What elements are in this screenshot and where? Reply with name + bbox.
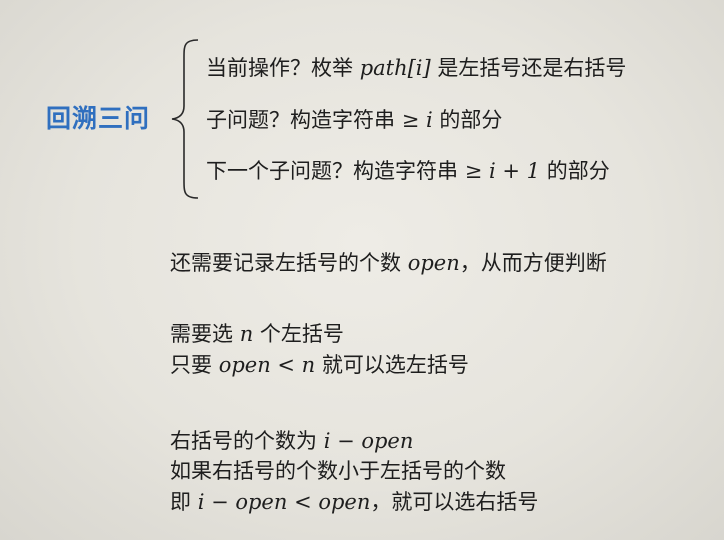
left-rule-line2: 只要 open < n 就可以选左括号 xyxy=(170,351,469,379)
question-text: 的部分 xyxy=(540,159,610,183)
rule-text: 如果右括号的个数小于左括号的个数 xyxy=(170,459,506,483)
question-text: 子问题？构造字符串 xyxy=(206,108,402,132)
math-expression: i xyxy=(425,108,433,132)
right-rule-line2: 如果右括号的个数小于左括号的个数 xyxy=(170,457,506,485)
question-text: 当前操作？枚举 xyxy=(206,56,360,80)
question-next-subproblem: 下一个子问题？构造字符串 ≥ i + 1 的部分 xyxy=(206,157,610,185)
right-rule-line1: 右括号的个数为 i − open xyxy=(170,427,413,455)
question-text: 的部分 xyxy=(432,108,503,132)
rule-text: 就可以选左括号 xyxy=(315,353,469,377)
rule-text: 只要 xyxy=(170,353,219,377)
question-text: 是左括号还是右括号 xyxy=(430,56,627,80)
question-text: 下一个子问题？构造字符串 xyxy=(206,159,465,183)
math-expression: open xyxy=(407,251,460,275)
math-symbol: ≥ xyxy=(464,159,483,183)
question-current-operation: 当前操作？枚举 path[i] 是左括号还是右括号 xyxy=(206,54,626,82)
math-expression: path[i] xyxy=(359,56,431,80)
rule-text: 右括号的个数为 xyxy=(170,429,324,453)
curly-brace-icon xyxy=(171,39,199,199)
note-text: ，从而方便判断 xyxy=(459,251,607,275)
note-text: 还需要记录左括号的个数 xyxy=(170,251,408,275)
section-title: 回溯三问 xyxy=(46,104,151,133)
open-count-note: 还需要记录左括号的个数 open，从而方便判断 xyxy=(170,249,607,277)
math-expression: i − open xyxy=(323,429,414,453)
math-expression: i − open < open xyxy=(197,490,371,514)
left-rule-line1: 需要选 n 个左括号 xyxy=(170,320,344,348)
slide: 回溯三问 当前操作？枚举 path[i] 是左括号还是右括号 子问题？构造字符串… xyxy=(0,0,724,540)
math-symbol: ≥ xyxy=(401,108,420,132)
rule-text: 需要选 xyxy=(170,322,240,346)
rule-text: 个左括号 xyxy=(253,322,344,346)
math-expression: i + 1 xyxy=(488,159,541,183)
math-expression: open < n xyxy=(218,353,316,377)
rule-text: 即 xyxy=(170,490,198,514)
question-subproblem: 子问题？构造字符串 ≥ i 的部分 xyxy=(206,106,502,134)
rule-text: ，就可以选右括号 xyxy=(370,490,539,514)
math-expression: n xyxy=(239,322,254,346)
right-rule-line3: 即 i − open < open，就可以选右括号 xyxy=(170,488,538,516)
